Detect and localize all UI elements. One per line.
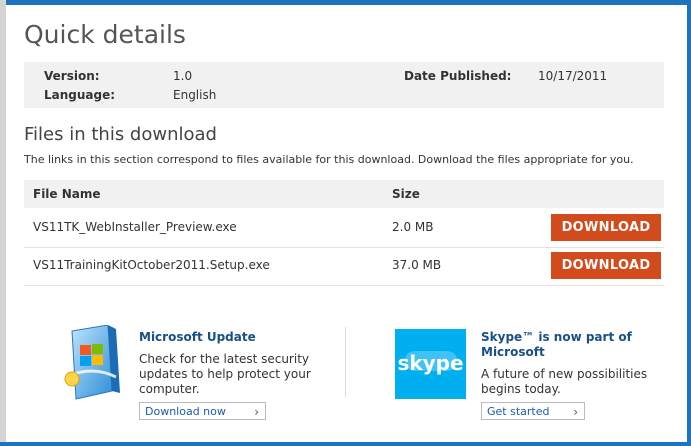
file-name: VS11TrainingKitOctober2011.Setup.exe — [33, 258, 270, 272]
skype-logo-text: skype — [397, 351, 463, 375]
file-size: 2.0 MB — [392, 220, 434, 234]
promo-text-line: computer. — [139, 382, 200, 396]
top-border — [0, 0, 691, 5]
language-value: English — [173, 88, 217, 102]
microsoft-update-box-icon — [64, 325, 120, 400]
version-value: 1.0 — [173, 69, 193, 83]
files-section-description: The links in this section correspond to … — [24, 153, 634, 166]
quick-details-panel: Version: 1.0 Language: English Date Publ… — [24, 62, 664, 108]
promo-text-line: updates to help protect your — [139, 367, 311, 381]
download-button[interactable]: DOWNLOAD — [551, 214, 661, 241]
files-table-header: File Name Size — [24, 180, 664, 208]
download-now-link[interactable]: Download now › — [139, 402, 266, 420]
file-name-column-header: File Name — [33, 187, 101, 201]
file-size: 37.0 MB — [392, 258, 442, 272]
promo-title-line: Skype™ is now part of — [481, 330, 632, 344]
skype-title: Skype™ is now part of Microsoft — [481, 330, 632, 360]
date-published-label: Date Published: — [404, 69, 512, 83]
table-row: VS11TrainingKitOctober2011.Setup.exe 37.… — [24, 247, 664, 286]
promo-text-line: begins today. — [481, 382, 561, 396]
promo-divider — [345, 327, 346, 397]
right-border — [687, 0, 691, 446]
download-button[interactable]: DOWNLOAD — [551, 252, 661, 279]
left-border — [0, 0, 6, 446]
skype-logo: skype — [395, 329, 466, 399]
size-column-header: Size — [392, 187, 420, 201]
promo-text-line: A future of new possibilities — [481, 367, 648, 381]
file-name: VS11TK_WebInstaller_Preview.exe — [33, 220, 237, 234]
version-label: Version: — [44, 69, 100, 83]
page-title: Quick details — [24, 20, 186, 49]
download-now-label: Download now — [145, 405, 226, 418]
bottom-border — [0, 442, 691, 446]
date-published-value: 10/17/2011 — [538, 69, 608, 83]
promo-title-line: Microsoft — [481, 345, 545, 359]
language-label: Language: — [44, 88, 116, 102]
table-row: VS11TK_WebInstaller_Preview.exe 2.0 MB D… — [24, 209, 664, 248]
skype-icon: skype — [397, 351, 464, 375]
microsoft-update-text: Check for the latest security updates to… — [139, 352, 311, 397]
skype-text: A future of new possibilities begins tod… — [481, 367, 647, 397]
chevron-right-icon: › — [573, 405, 578, 419]
promo-text-line: Check for the latest security — [139, 352, 310, 366]
get-started-link[interactable]: Get started › — [481, 402, 585, 420]
get-started-label: Get started — [487, 405, 550, 418]
files-section-title: Files in this download — [24, 124, 217, 145]
microsoft-update-title: Microsoft Update — [139, 330, 256, 344]
chevron-right-icon: › — [254, 405, 259, 419]
